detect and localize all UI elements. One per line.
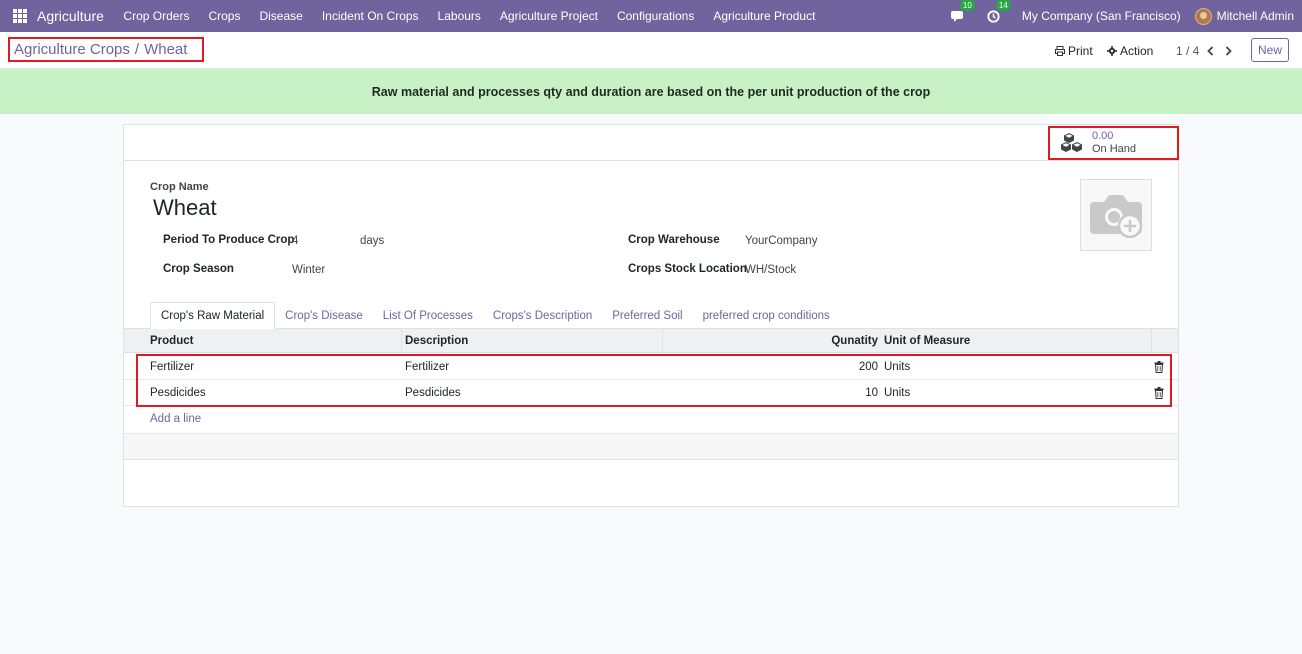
- pager: 1 / 4: [1176, 32, 1199, 69]
- column-description[interactable]: Description: [405, 329, 468, 353]
- stock-location-label: Crops Stock Location: [628, 263, 747, 275]
- tab-crop-conditions[interactable]: preferred crop conditions: [693, 302, 840, 329]
- season-label: Crop Season: [163, 263, 234, 275]
- on-hand-stat-button[interactable]: 0.00 On Hand: [1048, 126, 1179, 160]
- menu-configurations[interactable]: Configurations: [607, 9, 703, 23]
- column-divider[interactable]: [1151, 329, 1152, 353]
- tab-disease[interactable]: Crop's Disease: [275, 302, 373, 329]
- warehouse-label: Crop Warehouse: [628, 234, 720, 246]
- add-line-link[interactable]: Add a line: [150, 413, 201, 425]
- company-switcher[interactable]: My Company (San Francisco): [1022, 9, 1181, 23]
- tab-raw-material[interactable]: Crop's Raw Material: [150, 302, 276, 329]
- table-footer: [124, 434, 1178, 460]
- pager-next-button[interactable]: [1224, 32, 1233, 69]
- menu-incident-on-crops[interactable]: Incident On Crops: [312, 9, 428, 23]
- row-description[interactable]: Pesdicides: [405, 380, 461, 406]
- cubes-icon: [1061, 133, 1082, 152]
- messages-count-badge: 10: [959, 0, 975, 11]
- on-hand-value: 0.00: [1092, 130, 1114, 142]
- pager-previous-button[interactable]: [1206, 32, 1215, 69]
- table-row[interactable]: Fertilizer Fertilizer 200 Units: [124, 354, 1178, 380]
- table-row[interactable]: Pesdicides Pesdicides 10 Units: [124, 380, 1178, 406]
- column-divider[interactable]: [662, 329, 663, 353]
- column-quantity[interactable]: Qunatity: [784, 329, 878, 353]
- crop-image-upload[interactable]: [1080, 179, 1152, 251]
- menu-crop-orders[interactable]: Crop Orders: [114, 9, 199, 23]
- print-button[interactable]: Print: [1055, 32, 1093, 69]
- print-icon: [1055, 45, 1065, 56]
- column-uom[interactable]: Unit of Measure: [884, 329, 970, 353]
- column-product[interactable]: Product: [150, 329, 193, 353]
- row-uom[interactable]: Units: [884, 354, 910, 380]
- control-panel: Agriculture Crops / Wheat Print Action 1…: [0, 32, 1302, 69]
- table-header: Product Description Qunatity Unit of Mea…: [124, 329, 1178, 353]
- tab-description[interactable]: Crops's Description: [483, 302, 602, 329]
- pager-value[interactable]: 1 / 4: [1176, 44, 1199, 58]
- breadcrumb: Agriculture Crops / Wheat: [8, 37, 204, 62]
- notebook-tabs: Crop's Raw Material Crop's Disease List …: [150, 302, 840, 329]
- period-unit: days: [360, 235, 385, 247]
- row-product[interactable]: Pesdicides: [150, 380, 206, 406]
- breadcrumb-parent[interactable]: Agriculture Crops: [14, 41, 130, 58]
- row-quantity[interactable]: 10: [784, 380, 878, 406]
- period-label: Period To Produce Crop: [163, 234, 295, 246]
- camera-plus-icon: [1090, 195, 1143, 238]
- new-button[interactable]: New: [1251, 38, 1289, 62]
- row-description[interactable]: Fertilizer: [405, 354, 449, 380]
- action-button[interactable]: Action: [1107, 32, 1153, 69]
- row-uom[interactable]: Units: [884, 380, 910, 406]
- activities-count-badge: 14: [995, 0, 1011, 11]
- navbar-right: 10 14 My Company (San Francisco) Mitchel…: [950, 0, 1294, 32]
- clock-icon: [987, 9, 1000, 23]
- trash-icon[interactable]: [1154, 361, 1164, 373]
- print-label: Print: [1068, 43, 1093, 58]
- gear-icon: [1107, 45, 1117, 56]
- form-sheet: 0.00 On Hand Crop Name Wheat Period To P…: [123, 124, 1179, 507]
- tab-preferred-soil[interactable]: Preferred Soil: [602, 302, 692, 329]
- row-quantity[interactable]: 200: [784, 354, 878, 380]
- info-banner: Raw material and processes qty and durat…: [0, 69, 1302, 114]
- menu-agriculture-product[interactable]: Agriculture Product: [704, 9, 825, 23]
- chevron-left-icon: [1207, 45, 1214, 56]
- button-box: 0.00 On Hand: [124, 125, 1179, 161]
- menu-agriculture-project[interactable]: Agriculture Project: [490, 9, 607, 23]
- warehouse-field[interactable]: YourCompany: [745, 235, 817, 247]
- messages-button[interactable]: 10: [950, 0, 975, 23]
- tab-processes[interactable]: List Of Processes: [373, 302, 483, 329]
- activities-button[interactable]: 14: [987, 0, 1011, 23]
- trash-icon[interactable]: [1154, 387, 1164, 399]
- row-product[interactable]: Fertilizer: [150, 354, 194, 380]
- app-brand[interactable]: Agriculture: [37, 8, 104, 24]
- stock-location-field[interactable]: WH/Stock: [745, 264, 796, 276]
- chevron-right-icon: [1225, 45, 1232, 56]
- breadcrumb-current: Wheat: [144, 41, 188, 58]
- user-menu[interactable]: Mitchell Admin: [1217, 9, 1294, 23]
- crop-name-label: Crop Name: [150, 181, 209, 193]
- menu-crops[interactable]: Crops: [199, 9, 250, 23]
- chat-icon: [950, 10, 963, 22]
- period-value-field[interactable]: 4: [292, 235, 298, 247]
- breadcrumb-separator: /: [134, 41, 140, 58]
- top-navbar: Agriculture Crop Orders Crops Disease In…: [0, 0, 1302, 32]
- season-field[interactable]: Winter: [292, 264, 325, 276]
- crop-name-field[interactable]: Wheat: [153, 195, 217, 221]
- user-avatar[interactable]: [1194, 7, 1212, 25]
- on-hand-label: On Hand: [1092, 143, 1137, 155]
- menu-disease[interactable]: Disease: [250, 9, 312, 23]
- menu-labours[interactable]: Labours: [428, 9, 490, 23]
- apps-grid-icon[interactable]: [13, 9, 27, 23]
- action-label: Action: [1120, 43, 1154, 58]
- column-divider[interactable]: [401, 329, 402, 353]
